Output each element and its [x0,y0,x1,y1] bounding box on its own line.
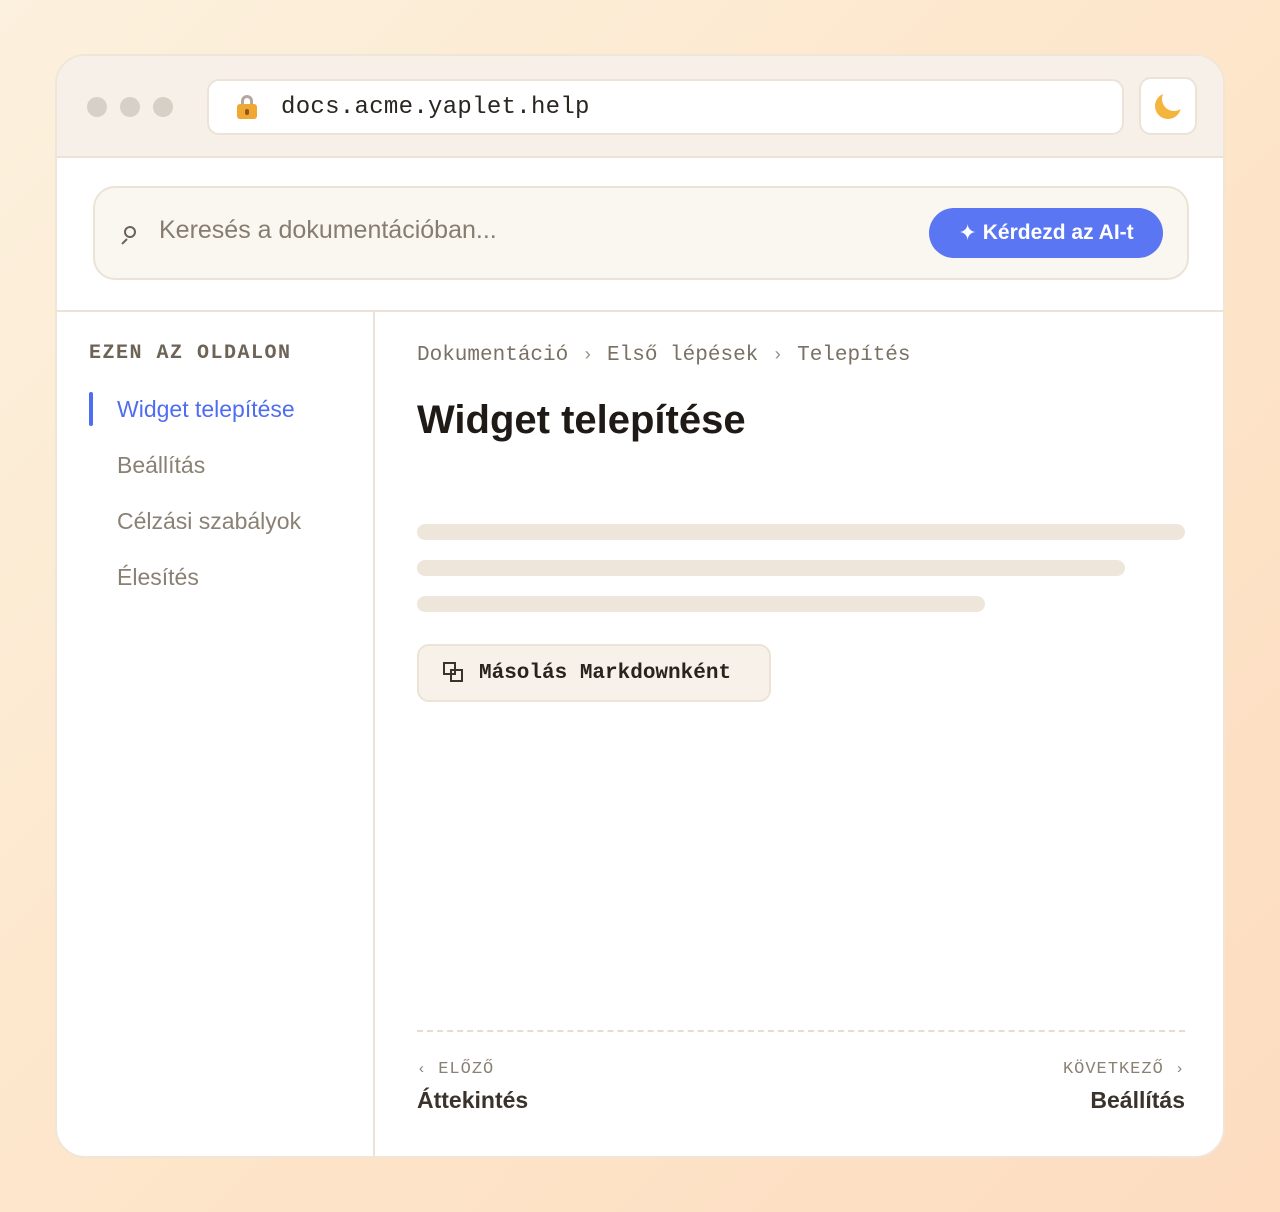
sidebar-item-label: Élesítés [117,564,199,590]
skeleton-line [417,524,1185,540]
lock-icon [237,95,257,119]
sidebar-item-go-live[interactable]: Élesítés [89,560,199,594]
previous-page-link[interactable]: ‹ ELŐZŐ Áttekintés [417,1060,528,1114]
main-content: Dokumentáció › Első lépések › Telepítés … [377,312,1223,1156]
next-caption: KÖVETKEZŐ › [1062,1060,1185,1079]
sidebar-item-label: Widget telepítése [117,396,295,422]
previous-caption: ‹ ELŐZŐ [417,1060,495,1079]
browser-window: docs.acme.yaplet.help Keresés a dokument… [55,54,1225,1158]
copy-as-markdown-button[interactable]: Másolás Markdownként [417,644,771,702]
on-this-page-sidebar: EZEN AZ OLDALON Widget telepítése Beállí… [57,312,375,1156]
page-title: Widget telepítése [417,398,746,442]
search-placeholder: Keresés a dokumentációban... [159,216,497,244]
search-icon [119,224,139,246]
breadcrumb-separator: › [772,345,784,366]
sparkle-icon: ✦ [958,220,977,245]
chevron-left-icon: ‹ [417,1061,428,1078]
skeleton-line [417,596,985,612]
pager-divider [417,1030,1185,1032]
theme-toggle-button[interactable] [1139,77,1197,135]
next-page-title: Beállítás [1090,1087,1185,1113]
sidebar-item-widget-install[interactable]: Widget telepítése [89,392,295,426]
browser-titlebar: docs.acme.yaplet.help [57,56,1223,158]
ask-ai-label: Kérdezd az AI-t [982,221,1134,244]
breadcrumb: Dokumentáció › Első lépések › Telepítés [417,344,911,367]
window-close-dot[interactable] [87,97,107,117]
chevron-right-icon: › [1174,1061,1185,1078]
window-minimize-dot[interactable] [120,97,140,117]
sidebar-item-label: Célzási szabályok [117,508,302,534]
search-section: Keresés a dokumentációban... ✦ Kérdezd a… [57,158,1223,312]
sidebar-item-settings[interactable]: Beállítás [89,448,205,482]
search-input[interactable]: Keresés a dokumentációban... ✦ Kérdezd a… [93,186,1189,280]
sidebar-heading: EZEN AZ OLDALON [89,342,292,365]
breadcrumb-item-docs[interactable]: Dokumentáció [417,344,568,367]
sidebar-item-label: Beállítás [117,452,206,478]
copy-icon [443,662,465,684]
breadcrumb-separator: › [582,345,594,366]
ask-ai-button[interactable]: ✦ Kérdezd az AI-t [929,208,1163,258]
moon-icon [1155,87,1186,119]
copy-button-label: Másolás Markdownként [479,661,732,685]
sidebar-item-targeting-rules[interactable]: Célzási szabályok [89,504,301,538]
url-text: docs.acme.yaplet.help [281,93,590,121]
address-bar[interactable]: docs.acme.yaplet.help [207,79,1124,135]
skeleton-line [417,560,1125,576]
breadcrumb-item-installation: Telepítés [797,344,911,367]
breadcrumb-item-getting-started[interactable]: Első lépések [607,344,758,367]
window-maximize-dot[interactable] [153,97,173,117]
next-page-link[interactable]: KÖVETKEZŐ › Beállítás [1063,1060,1185,1114]
previous-page-title: Áttekintés [417,1087,529,1113]
